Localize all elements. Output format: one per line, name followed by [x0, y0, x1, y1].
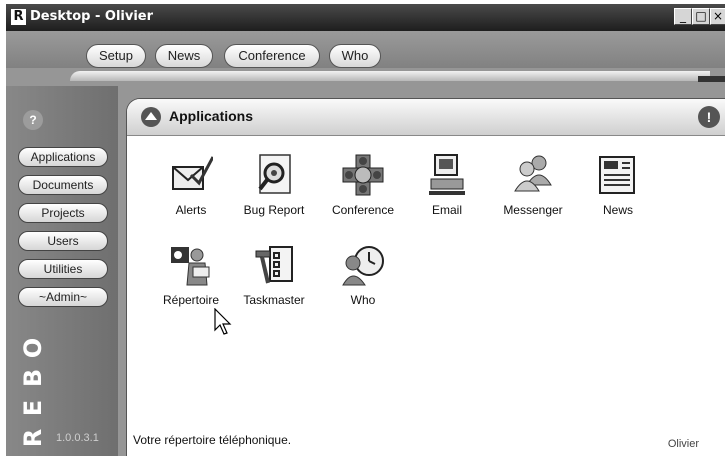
brand-letter: B — [19, 368, 47, 388]
brand-letter: R — [19, 428, 47, 448]
app-label: News — [602, 203, 633, 217]
checklist-hammer-icon — [255, 246, 293, 284]
computer-mail-icon — [429, 154, 465, 195]
sidebar-item-admin[interactable]: ~Admin~ — [18, 287, 108, 307]
app-who[interactable]: Who — [321, 243, 405, 319]
envelope-check-icon — [172, 156, 213, 190]
app-bug-report[interactable]: Bug Report — [232, 153, 316, 229]
nav-conference[interactable]: Conference — [224, 44, 320, 68]
person-clock-icon — [342, 246, 384, 286]
app-label: Who — [350, 293, 376, 307]
magnifier-bug-icon — [258, 154, 291, 194]
window-title: Desktop - Olivier — [30, 9, 154, 24]
newspaper-icon — [599, 156, 635, 194]
minimize-button[interactable]: _ — [674, 8, 692, 25]
app-news[interactable]: News — [576, 153, 660, 229]
conference-icon — [342, 154, 384, 196]
app-taskmaster[interactable]: Taskmaster — [232, 243, 316, 319]
people-icon — [514, 155, 552, 192]
panel-title: Applications — [169, 108, 254, 124]
nav-news[interactable]: News — [155, 44, 213, 68]
person-directory-icon — [171, 247, 210, 286]
frame-highlight — [70, 71, 710, 81]
brand-logo: R E B O — [12, 312, 56, 454]
app-window: R Desktop - Olivier _ □ × Setup News Con… — [0, 0, 725, 456]
nav-setup[interactable]: Setup — [86, 44, 146, 68]
sidebar-item-users[interactable]: Users — [18, 231, 108, 251]
sidebar-item-utilities[interactable]: Utilities — [18, 259, 108, 279]
nav-who[interactable]: Who — [329, 44, 381, 68]
app-messenger[interactable]: Messenger — [491, 153, 575, 229]
app-alerts[interactable]: Alerts — [149, 153, 233, 229]
panel-header: Applications ! — [127, 99, 725, 136]
version-label: 1.0.0.3.1 — [56, 432, 99, 444]
brand-letter: O — [19, 337, 47, 359]
app-label: Bug Report — [243, 203, 305, 217]
info-icon[interactable]: ! — [698, 106, 720, 128]
sidebar-item-projects[interactable]: Projects — [18, 203, 108, 223]
mouse-cursor-icon — [214, 308, 232, 335]
app-label: Taskmaster — [243, 293, 305, 307]
app-logo-icon: R — [11, 9, 26, 25]
status-text: Votre répertoire téléphonique. — [133, 433, 292, 447]
applications-panel: Applications ! Alerts Bug Report Confere… — [126, 98, 725, 428]
close-button[interactable]: × — [710, 8, 725, 25]
sidebar-item-applications[interactable]: Applications — [18, 147, 108, 167]
maximize-button[interactable]: □ — [692, 8, 710, 25]
help-button[interactable]: ? — [23, 110, 43, 130]
app-conference[interactable]: Conference — [321, 153, 405, 229]
brand-letter: E — [19, 399, 47, 417]
status-bar: Votre répertoire téléphonique. Olivier — [126, 428, 725, 456]
sidebar-item-documents[interactable]: Documents — [18, 175, 108, 195]
app-email[interactable]: Email — [405, 153, 489, 229]
status-user: Olivier — [667, 438, 699, 450]
frame-corner — [698, 76, 725, 82]
app-label: Email — [431, 203, 462, 217]
collapse-icon[interactable] — [141, 107, 161, 127]
